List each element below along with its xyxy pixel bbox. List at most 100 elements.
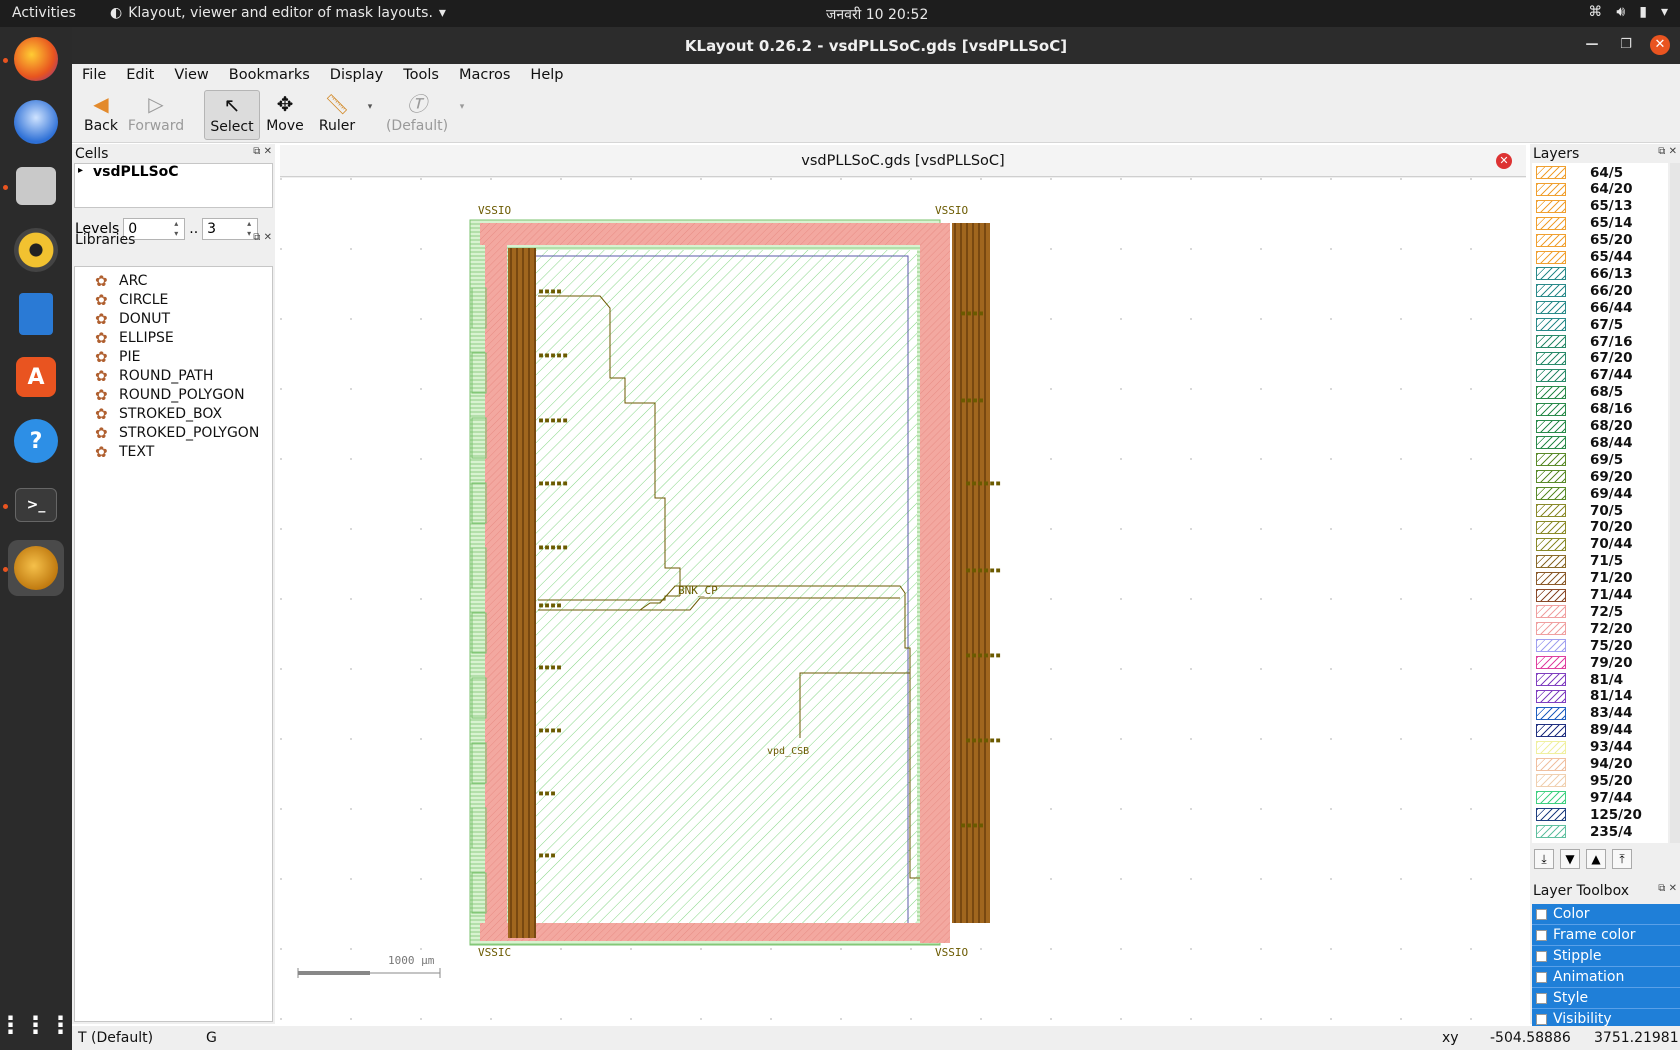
menu-display[interactable]: Display — [320, 64, 393, 88]
layout-tab[interactable]: vsdPLLSoC.gds [vsdPLLSoC] ✕ — [280, 145, 1526, 177]
layer-row[interactable]: 72/5 — [1536, 603, 1623, 620]
library-item[interactable]: ✿ ROUND_POLYGON — [95, 386, 245, 404]
layer-list-scrollbar[interactable] — [1670, 163, 1680, 843]
close-button[interactable]: ✕ — [1650, 35, 1670, 55]
layer-toolbox-controls[interactable]: ⧉ ✕ — [1658, 883, 1677, 894]
app-menu[interactable]: ◐ Klayout, viewer and editor of mask lay… — [110, 5, 446, 21]
menu-edit[interactable]: Edit — [116, 64, 164, 88]
toolbox-animation[interactable]: Animation — [1532, 967, 1680, 988]
layer-row[interactable]: 65/13 — [1536, 198, 1633, 215]
layer-row[interactable]: 89/44 — [1536, 722, 1633, 739]
layer-row[interactable]: 71/44 — [1536, 587, 1633, 604]
layer-row[interactable]: 66/44 — [1536, 299, 1633, 316]
layer-row[interactable]: 65/44 — [1536, 249, 1633, 266]
forward-button[interactable]: ▷ Forward — [126, 90, 186, 140]
layer-row[interactable]: 64/5 — [1536, 164, 1623, 181]
help-launcher[interactable]: ? — [8, 413, 64, 469]
layer-row[interactable]: 67/5 — [1536, 316, 1623, 333]
move-down-icon[interactable]: ▼ — [1560, 849, 1580, 869]
layer-row[interactable]: 97/44 — [1536, 789, 1633, 806]
menu-bookmarks[interactable]: Bookmarks — [219, 64, 320, 88]
software-launcher[interactable]: A — [8, 349, 64, 405]
toolbox-frame-color[interactable]: Frame color — [1532, 925, 1680, 946]
library-item[interactable]: ✿ PIE — [95, 348, 140, 366]
close-tab-icon[interactable]: ✕ — [1496, 153, 1512, 169]
show-applications-button[interactable]: ⋮⋮⋮ — [0, 997, 73, 1053]
top-cell-item[interactable]: vsdPLLSoC — [93, 164, 179, 180]
library-item[interactable]: ✿ TEXT — [95, 443, 154, 461]
ruler-button[interactable]: 📏︎ Ruler — [312, 90, 362, 140]
menu-help[interactable]: Help — [520, 64, 573, 88]
library-item[interactable]: ✿ STROKED_POLYGON — [95, 424, 259, 442]
layer-row[interactable]: 81/14 — [1536, 688, 1633, 705]
layer-row[interactable]: 67/20 — [1536, 350, 1633, 367]
library-item[interactable]: ✿ DONUT — [95, 310, 170, 328]
firefox-launcher[interactable] — [8, 31, 64, 87]
layer-row[interactable]: 65/14 — [1536, 215, 1633, 232]
library-item[interactable]: ✿ ARC — [95, 272, 147, 290]
toolbox-color[interactable]: Color — [1532, 904, 1680, 925]
move-button[interactable]: ✥ Move — [262, 90, 308, 140]
layer-row[interactable]: 69/20 — [1536, 468, 1633, 485]
menu-macros[interactable]: Macros — [449, 64, 520, 88]
maximize-button[interactable]: ❐ — [1616, 35, 1636, 55]
layer-row[interactable]: 71/20 — [1536, 570, 1633, 587]
layer-row[interactable]: 66/13 — [1536, 265, 1633, 282]
layer-row[interactable]: 235/4 — [1536, 823, 1633, 840]
level-to-spinbox[interactable]: 3 — [202, 218, 259, 240]
toolbox-style[interactable]: Style — [1532, 988, 1680, 1009]
clock[interactable]: जनवरी 10 20:52 — [826, 5, 928, 24]
layer-row[interactable]: 68/5 — [1536, 384, 1623, 401]
layer-row[interactable]: 83/44 — [1536, 705, 1633, 722]
terminal-launcher[interactable]: >_ — [8, 477, 64, 533]
back-button[interactable]: ◀ Back — [76, 90, 126, 140]
cell-tree[interactable]: ▸ vsdPLLSoC — [74, 163, 273, 208]
move-up-icon[interactable]: ▲ — [1586, 849, 1606, 869]
move-top-icon[interactable]: ⤒ — [1612, 849, 1632, 869]
layers-panel-controls[interactable]: ⧉ ✕ — [1658, 146, 1677, 157]
layer-row[interactable]: 66/20 — [1536, 282, 1633, 299]
layer-row[interactable]: 69/5 — [1536, 451, 1623, 468]
text-default-button[interactable]: Ⓣ (Default) — [382, 90, 452, 140]
layer-row[interactable]: 93/44 — [1536, 739, 1633, 756]
layer-row[interactable]: 95/20 — [1536, 772, 1633, 789]
layer-row[interactable]: 67/16 — [1536, 333, 1633, 350]
writer-launcher[interactable] — [8, 286, 64, 342]
minimize-button[interactable]: — — [1582, 35, 1602, 55]
layer-row[interactable]: 70/20 — [1536, 519, 1633, 536]
menu-view[interactable]: View — [164, 64, 218, 88]
layer-row[interactable]: 70/44 — [1536, 536, 1633, 553]
libraries-panel-controls[interactable]: ⧉ ✕ — [253, 232, 272, 243]
layer-row[interactable]: 75/20 — [1536, 637, 1633, 654]
library-item[interactable]: ✿ ELLIPSE — [95, 329, 174, 347]
layout-canvas[interactable]: ▪▪▪▪ ▪▪▪▪ ▪▪▪▪▪▪ ▪▪▪▪▪▪ ▪▪▪▪▪▪ ▪▪▪▪▪▪ ▪▪… — [280, 178, 1526, 1025]
files-launcher[interactable] — [8, 158, 64, 214]
system-tray[interactable]: ⌘ 🔊︎ ▮ ▾ — [1588, 4, 1668, 20]
library-item[interactable]: ✿ STROKED_BOX — [95, 405, 222, 423]
cells-panel-controls[interactable]: ⧉ ✕ — [253, 146, 272, 157]
layer-row[interactable]: 65/20 — [1536, 232, 1633, 249]
toolbox-stipple[interactable]: Stipple — [1532, 946, 1680, 967]
layer-row[interactable]: 68/20 — [1536, 418, 1633, 435]
library-item[interactable]: ✿ CIRCLE — [95, 291, 168, 309]
move-bottom-icon[interactable]: ⤓ — [1534, 849, 1554, 869]
layer-row[interactable]: 70/5 — [1536, 502, 1623, 519]
layer-row[interactable]: 64/20 — [1536, 181, 1633, 198]
layer-row[interactable]: 68/44 — [1536, 434, 1633, 451]
layer-row[interactable]: 71/5 — [1536, 553, 1623, 570]
thunderbird-launcher[interactable] — [8, 94, 64, 150]
layer-row[interactable]: 68/16 — [1536, 401, 1633, 418]
activities-button[interactable]: Activities — [12, 5, 76, 21]
select-button[interactable]: ↖ Select — [204, 90, 260, 140]
rhythmbox-launcher[interactable] — [8, 222, 64, 278]
layer-row[interactable]: 67/44 — [1536, 367, 1633, 384]
layer-row[interactable]: 94/20 — [1536, 756, 1633, 773]
layer-row[interactable]: 125/20 — [1536, 806, 1642, 823]
klayout-launcher[interactable] — [8, 540, 64, 596]
menu-file[interactable]: File — [72, 64, 116, 88]
layer-row[interactable]: 81/4 — [1536, 671, 1623, 688]
menu-tools[interactable]: Tools — [393, 64, 449, 88]
expand-arrow-icon[interactable]: ▸ — [78, 165, 83, 176]
layer-row[interactable]: 72/20 — [1536, 620, 1633, 637]
layer-row[interactable]: 79/20 — [1536, 654, 1633, 671]
